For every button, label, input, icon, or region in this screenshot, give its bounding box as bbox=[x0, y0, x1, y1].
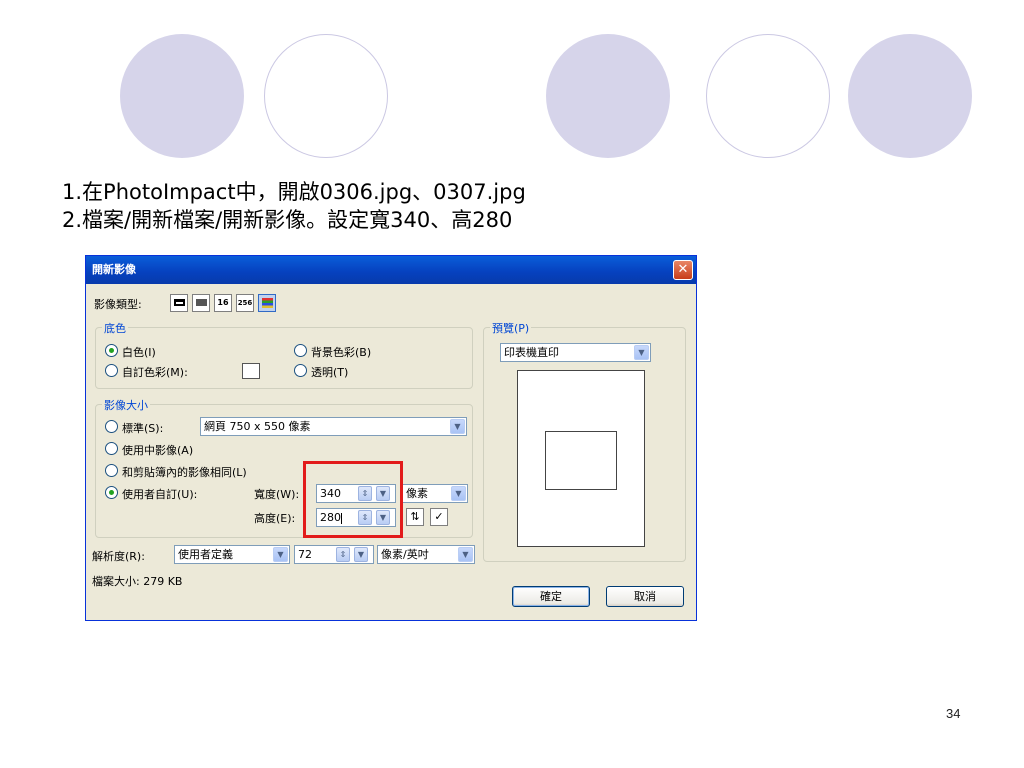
resolution-mode-value: 使用者定義 bbox=[178, 548, 233, 561]
decorative-circle-filled bbox=[546, 34, 670, 158]
height-label: 高度(E): bbox=[254, 512, 296, 525]
dialog-titlebar[interactable]: 開新影像 bbox=[86, 256, 696, 284]
user-defined-radio[interactable] bbox=[105, 486, 118, 499]
grayscale-icon bbox=[195, 299, 207, 306]
user-defined-label: 使用者自訂(U): bbox=[122, 488, 198, 501]
standard-size-value: 網頁 750 x 550 像素 bbox=[204, 420, 311, 433]
image-size-group-title: 影像大小 bbox=[102, 397, 150, 413]
close-button[interactable]: ✕ bbox=[673, 260, 693, 280]
cancel-button-label: 取消 bbox=[634, 590, 656, 603]
new-image-dialog: 開新影像 ✕ 影像類型: 16 256 底色 白色(I) 背景色彩(B) 自訂色… bbox=[85, 255, 697, 621]
image-type-256-button[interactable]: 256 bbox=[236, 294, 254, 312]
background-color-group-title: 底色 bbox=[102, 320, 128, 336]
ok-button[interactable]: 確定 bbox=[512, 586, 590, 607]
image-type-16-button[interactable]: 16 bbox=[214, 294, 232, 312]
image-type-label: 影像類型: bbox=[94, 298, 142, 311]
chevron-down-icon[interactable]: ▼ bbox=[450, 419, 465, 434]
true-color-icon bbox=[261, 297, 273, 308]
active-image-radio[interactable] bbox=[105, 442, 118, 455]
standard-label: 標準(S): bbox=[122, 422, 164, 435]
resolution-label: 解析度(R): bbox=[92, 550, 145, 563]
preview-page bbox=[517, 370, 645, 547]
close-icon: ✕ bbox=[677, 262, 689, 277]
black-white-icon bbox=[173, 299, 185, 306]
resolution-dropdown[interactable]: ▼ bbox=[354, 547, 368, 562]
page-number: 34 bbox=[946, 706, 961, 721]
image-type-truecolor-button[interactable] bbox=[258, 294, 276, 312]
chevron-down-icon[interactable]: ▼ bbox=[273, 547, 288, 562]
decorative-circle-ring bbox=[706, 34, 830, 158]
cancel-button[interactable]: 取消 bbox=[606, 586, 684, 607]
chevron-down-icon: ▼ bbox=[357, 550, 365, 559]
checkmark-icon: ✓ bbox=[434, 510, 444, 523]
clipboard-label: 和剪貼簿內的影像相同(L) bbox=[122, 466, 247, 479]
standard-size-select[interactable]: 網頁 750 x 550 像素 ▼ bbox=[200, 417, 467, 436]
transparent-radio[interactable] bbox=[294, 364, 307, 377]
resolution-spinner[interactable]: ⇕ bbox=[336, 547, 350, 562]
custom-color-label: 自訂色彩(M): bbox=[122, 366, 188, 379]
clipboard-radio[interactable] bbox=[105, 464, 118, 477]
image-type-gray-button[interactable] bbox=[192, 294, 210, 312]
chevron-down-icon[interactable]: ▼ bbox=[451, 486, 466, 501]
transparent-label: 透明(T) bbox=[311, 366, 349, 379]
file-size-label: 檔案大小: 279 KB bbox=[92, 575, 183, 588]
keep-ratio-checkbox[interactable]: ✓ bbox=[430, 508, 448, 526]
dialog-title: 開新影像 bbox=[92, 263, 136, 276]
resolution-mode-select[interactable]: 使用者定義 ▼ bbox=[174, 545, 290, 564]
preview-mode-select[interactable]: 印表機直印 ▼ bbox=[500, 343, 651, 362]
swap-dimensions-button[interactable]: ⇅ bbox=[406, 508, 424, 526]
unit-select[interactable]: 像素 ▼ bbox=[402, 484, 468, 503]
custom-color-swatch[interactable] bbox=[242, 363, 260, 379]
highlight-box bbox=[303, 461, 403, 538]
background-color-label: 背景色彩(B) bbox=[311, 346, 372, 359]
image-type-bw-button[interactable] bbox=[170, 294, 188, 312]
width-label: 寬度(W): bbox=[254, 488, 300, 501]
resolution-unit-select[interactable]: 像素/英吋 ▼ bbox=[377, 545, 475, 564]
swap-icon: ⇅ bbox=[410, 510, 420, 523]
background-color-radio[interactable] bbox=[294, 344, 307, 357]
unit-value: 像素 bbox=[406, 487, 428, 500]
spin-updown-icon: ⇕ bbox=[339, 550, 347, 559]
chevron-down-icon[interactable]: ▼ bbox=[458, 547, 473, 562]
instruction-line-2: 2.檔案/開新檔案/開新影像。設定寬340、高280 bbox=[62, 208, 513, 232]
standard-radio[interactable] bbox=[105, 420, 118, 433]
resolution-value: 72 bbox=[298, 548, 312, 561]
preview-image-area bbox=[545, 431, 617, 490]
decorative-circle-ring bbox=[264, 34, 388, 158]
preview-mode-value: 印表機直印 bbox=[504, 346, 559, 359]
chevron-down-icon[interactable]: ▼ bbox=[634, 345, 649, 360]
preview-group-title: 預覽(P) bbox=[490, 320, 532, 336]
resolution-unit-value: 像素/英吋 bbox=[381, 548, 429, 561]
active-image-label: 使用中影像(A) bbox=[122, 444, 194, 457]
color-256-label: 256 bbox=[237, 299, 253, 307]
instruction-line-1: 1.在PhotoImpact中，開啟0306.jpg、0307.jpg bbox=[62, 180, 526, 204]
decorative-circle-filled bbox=[120, 34, 244, 158]
white-label: 白色(I) bbox=[122, 346, 156, 359]
white-radio[interactable] bbox=[105, 344, 118, 357]
ok-button-label: 確定 bbox=[540, 590, 562, 603]
instructions: 1.在PhotoImpact中，開啟0306.jpg、0307.jpg 2.檔案… bbox=[62, 178, 526, 234]
color-16-label: 16 bbox=[217, 298, 229, 307]
decorative-circle-filled bbox=[848, 34, 972, 158]
custom-color-radio[interactable] bbox=[105, 364, 118, 377]
